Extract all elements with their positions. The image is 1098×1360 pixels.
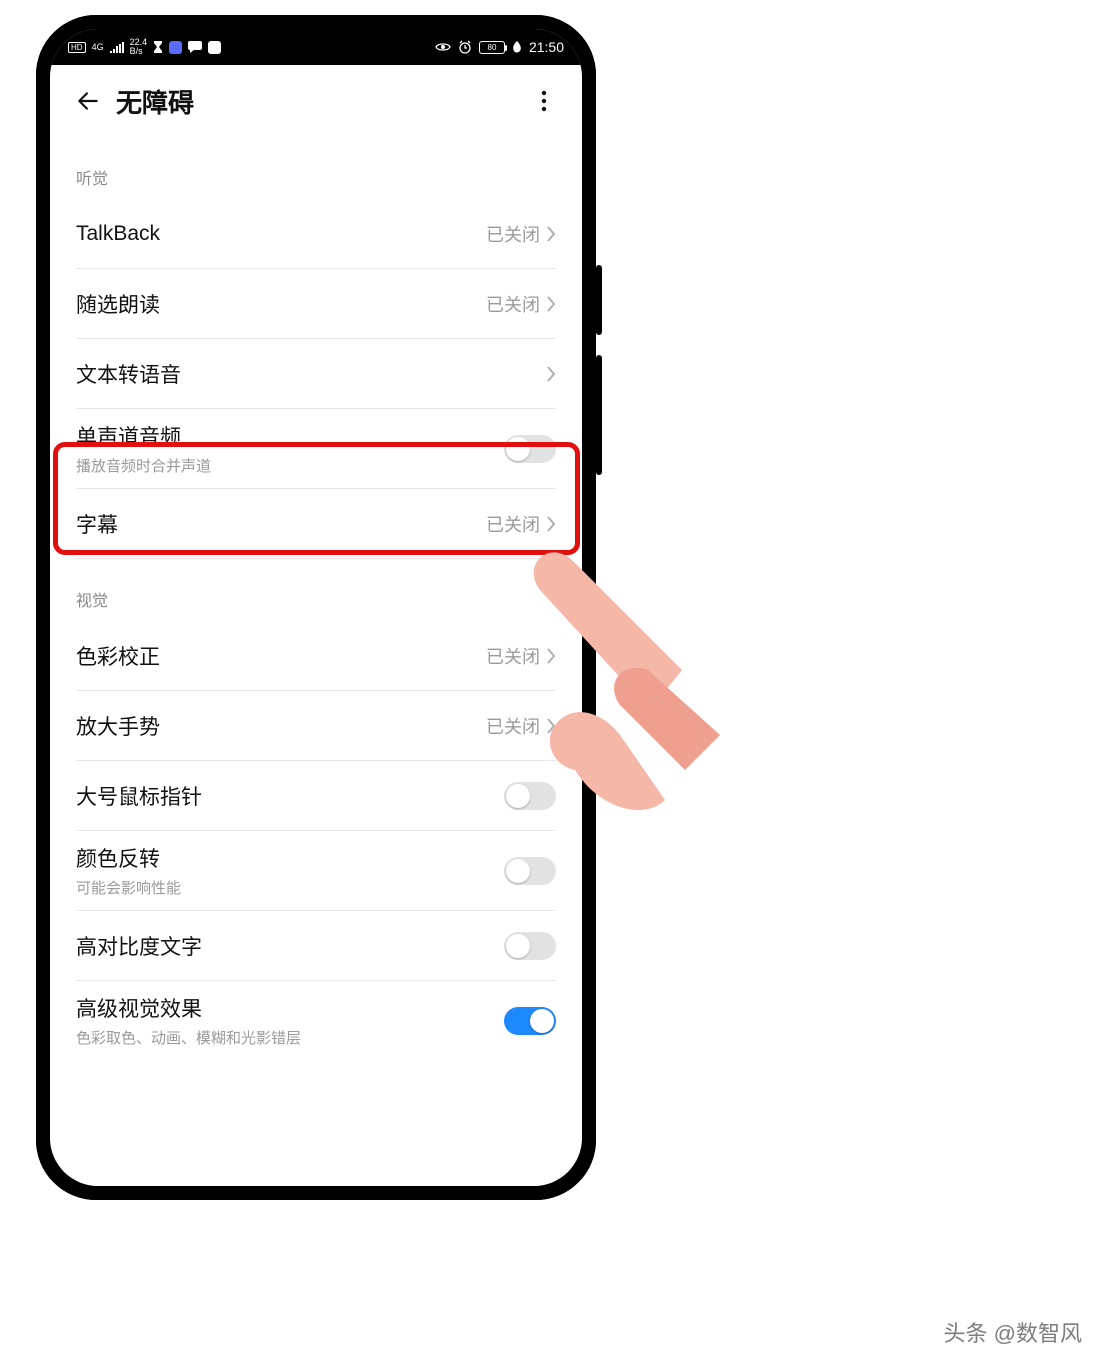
row-label: 字幕: [76, 509, 486, 539]
section-hearing: 听觉: [76, 137, 556, 199]
row-label: 放大手势: [76, 711, 486, 741]
chat-icon: [188, 41, 202, 53]
more-vertical-icon: [541, 90, 547, 112]
header: 无障碍: [50, 65, 582, 137]
row-advanced-visual[interactable]: 高级视觉效果 色彩取色、动画、模糊和光影错层: [76, 981, 556, 1060]
row-label: 颜色反转: [76, 843, 504, 873]
chevron-right-icon: [546, 365, 556, 383]
net-speed: 22.4 B/s: [130, 38, 148, 56]
row-status: 已关闭: [486, 221, 540, 247]
row-label: 高对比度文字: [76, 931, 504, 961]
toggle-large-cursor[interactable]: [504, 782, 556, 810]
row-label: 高级视觉效果: [76, 993, 504, 1023]
row-sublabel: 色彩取色、动画、模糊和光影错层: [76, 1027, 504, 1048]
phone-frame: HD 4G 22.4 B/s 80: [36, 15, 596, 1200]
battery-icon: 80: [479, 41, 505, 54]
row-status: 已关闭: [486, 643, 540, 669]
row-subtitles[interactable]: 字幕 已关闭: [76, 489, 556, 559]
row-status: 已关闭: [486, 511, 540, 537]
row-status: 已关闭: [486, 713, 540, 739]
page-title: 无障碍: [116, 83, 526, 120]
row-tts[interactable]: 文本转语音: [76, 339, 556, 409]
signal-icon: [110, 42, 124, 53]
row-talkback[interactable]: TalkBack 已关闭: [76, 199, 556, 269]
status-bar: HD 4G 22.4 B/s 80: [50, 29, 582, 65]
row-label: 大号鼠标指针: [76, 781, 504, 811]
row-sublabel: 播放音频时合并声道: [76, 455, 504, 476]
row-sublabel: 可能会影响性能: [76, 877, 504, 898]
chevron-right-icon: [546, 295, 556, 313]
chevron-right-icon: [546, 717, 556, 735]
power-button: [596, 355, 602, 475]
chevron-right-icon: [546, 225, 556, 243]
settings-list[interactable]: 听觉 TalkBack 已关闭 随选朗读 已关闭 文本转语音: [50, 137, 582, 1186]
toggle-color-inversion[interactable]: [504, 857, 556, 885]
alarm-icon: [458, 40, 472, 54]
network-icon: 4G: [92, 43, 104, 52]
eye-icon: [435, 42, 451, 52]
row-magnify-gesture[interactable]: 放大手势 已关闭: [76, 691, 556, 761]
back-arrow-icon: [75, 88, 101, 114]
row-color-correction[interactable]: 色彩校正 已关闭: [76, 621, 556, 691]
row-read-aloud[interactable]: 随选朗读 已关闭: [76, 269, 556, 339]
row-high-contrast-text[interactable]: 高对比度文字: [76, 911, 556, 981]
row-label: 随选朗读: [76, 289, 486, 319]
screen: HD 4G 22.4 B/s 80: [50, 29, 582, 1186]
row-mono-audio[interactable]: 单声道音频 播放音频时合并声道: [76, 409, 556, 489]
row-label: 色彩校正: [76, 641, 486, 671]
row-color-inversion[interactable]: 颜色反转 可能会影响性能: [76, 831, 556, 911]
toggle-high-contrast[interactable]: [504, 932, 556, 960]
more-button[interactable]: [526, 83, 562, 119]
back-button[interactable]: [70, 83, 106, 119]
toggle-advanced-visual[interactable]: [504, 1007, 556, 1035]
watermark: 头条 @数智风: [944, 1316, 1082, 1348]
toggle-mono-audio[interactable]: [504, 435, 556, 463]
chevron-right-icon: [546, 515, 556, 533]
row-large-cursor[interactable]: 大号鼠标指针: [76, 761, 556, 831]
app-icon-1: [169, 41, 182, 54]
row-label: 文本转语音: [76, 359, 546, 389]
chevron-right-icon: [546, 647, 556, 665]
clock-time: 21:50: [529, 39, 564, 55]
row-status: 已关闭: [486, 291, 540, 317]
hd-icon: HD: [68, 42, 86, 53]
hourglass-icon: [153, 41, 163, 53]
row-label: 单声道音频: [76, 421, 504, 451]
leaf-icon: [512, 41, 522, 53]
section-visual: 视觉: [76, 559, 556, 621]
volume-button: [596, 265, 602, 335]
row-label: TalkBack: [76, 222, 486, 246]
app-icon-2: [208, 41, 221, 54]
